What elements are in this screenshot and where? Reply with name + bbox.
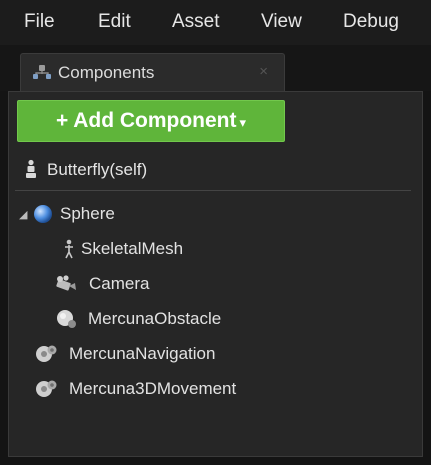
navigation-component-icon: [35, 343, 57, 365]
add-component-button[interactable]: + Add Component ▾: [17, 100, 285, 142]
menu-asset[interactable]: Asset: [172, 11, 220, 33]
components-panel: + Add Component ▾ Butterfly(self) ◢ Sphe…: [8, 91, 423, 457]
menu-edit[interactable]: Edit: [98, 11, 131, 33]
tree-item-label: Camera: [89, 274, 150, 293]
movement-component-icon: [35, 378, 57, 400]
tab-label: Components: [58, 63, 155, 82]
tree-item-mercuna-3d-movement[interactable]: Mercuna3DMovement: [9, 374, 422, 404]
skeletal-mesh-icon: [58, 238, 80, 260]
tree-item-label: MercunaObstacle: [88, 309, 222, 328]
menu-bar: File Edit Asset View Debug: [0, 0, 431, 45]
actor-self-icon: [23, 159, 39, 179]
tab-components[interactable]: Components ×: [20, 53, 285, 91]
tree-item-label: Mercuna3DMovement: [69, 379, 237, 398]
self-label: Butterfly(self): [47, 160, 148, 179]
menu-file[interactable]: File: [24, 11, 55, 33]
add-button-label: Add Component: [73, 109, 237, 132]
menu-view[interactable]: View: [261, 11, 302, 33]
sphere-icon: [32, 203, 54, 225]
tree-item-mercuna-navigation[interactable]: MercunaNavigation: [9, 339, 422, 369]
camera-icon: [54, 273, 76, 295]
tree-item-mercuna-obstacle[interactable]: MercunaObstacle: [9, 304, 422, 334]
tab-strip: Components ×: [0, 45, 431, 91]
divider: [15, 190, 411, 191]
chevron-down-icon: ▾: [239, 114, 247, 130]
tree-item-camera[interactable]: Camera: [9, 269, 422, 299]
self-row[interactable]: Butterfly(self): [9, 152, 422, 186]
tree-item-skeletal-mesh[interactable]: SkeletalMesh: [9, 234, 422, 264]
close-icon[interactable]: ×: [259, 63, 268, 80]
add-button-plus: +: [55, 109, 69, 132]
tree-item-sphere[interactable]: ◢ Sphere: [9, 199, 422, 229]
menu-debug[interactable]: Debug: [343, 11, 399, 33]
components-icon: [31, 62, 53, 84]
obstacle-icon: [55, 308, 77, 330]
tree-item-label: MercunaNavigation: [69, 344, 216, 363]
tree-item-label: Sphere: [60, 204, 115, 223]
expand-triangle-icon[interactable]: ◢: [19, 208, 27, 221]
tree-item-label: SkeletalMesh: [81, 239, 184, 258]
